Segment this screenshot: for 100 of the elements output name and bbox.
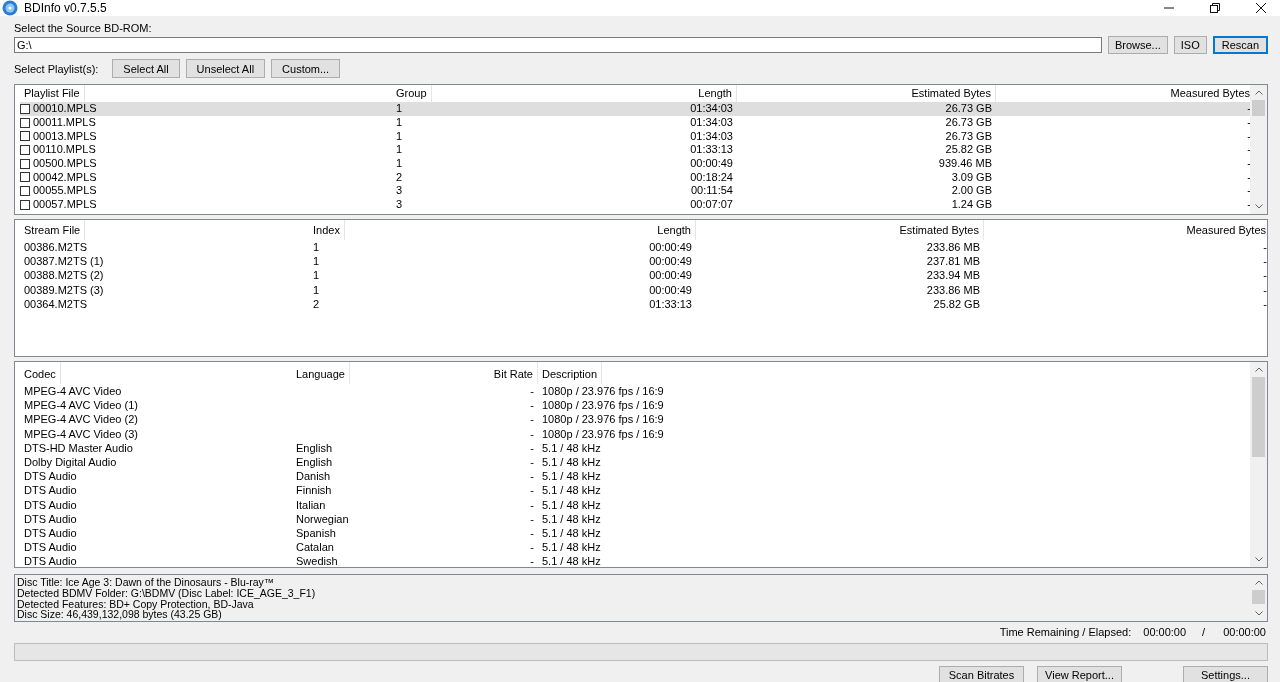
playlist-row[interactable]: 00500.MPLS 1 00:00:49 939.46 MB -	[20, 156, 1250, 171]
column-header[interactable]: Index	[309, 220, 345, 240]
table-cell-text: DTS Audio	[23, 483, 78, 498]
table-cell-text: 233.86 MB	[925, 240, 981, 255]
checkbox[interactable]	[20, 117, 30, 128]
column-header[interactable]: Codec	[20, 362, 61, 384]
playlist-select-button[interactable]: Custom...	[271, 59, 341, 78]
source-path-field[interactable]: G:\	[14, 37, 1102, 53]
table-cell-text: 1	[395, 157, 404, 171]
table-cell-text: 1080p / 23.976 fps / 16:9	[541, 398, 665, 413]
window-title: BDInfo v0.7.5.5	[24, 1, 107, 15]
scroll-down-icon[interactable]	[1254, 557, 1263, 562]
table-cell-text: 00388.M2TS (2)	[23, 268, 105, 283]
scroll-up-icon[interactable]	[1254, 580, 1263, 585]
table-cell-text: -	[1246, 102, 1250, 116]
playlist-row[interactable]: 00042.MPLS 2 00:18:24 3.09 GB -	[20, 170, 1250, 185]
table-cell-text: 01:33:13	[689, 143, 734, 157]
checkbox[interactable]	[20, 131, 30, 142]
checkbox[interactable]	[20, 172, 30, 183]
table-cell-text: 5.1 / 48 kHz	[541, 469, 602, 484]
source-button[interactable]: ISO	[1173, 36, 1207, 54]
checkbox[interactable]	[20, 103, 30, 114]
playlist-row[interactable]: 00055.MPLS 3 00:11:54 2.00 GB -	[20, 184, 1250, 198]
table-cell-text: English	[295, 455, 334, 470]
table-cell-text: 1	[312, 254, 321, 269]
table-cell-text: -	[529, 511, 535, 526]
source-label: Select the Source BD-ROM:	[14, 22, 153, 35]
playlist-row[interactable]: 00110.MPLS 1 01:33:13 25.82 GB -	[20, 143, 1250, 157]
table-cell-text: 01:33:13	[648, 296, 693, 311]
table-cell: 00011.MPLS	[33, 116, 96, 130]
table-cell: 00013.MPLS	[33, 129, 97, 143]
column-header[interactable]: Measured Bytes	[1182, 220, 1267, 240]
table-cell-text: 25.82 GB	[932, 296, 981, 311]
source-button[interactable]: Rescan	[1212, 36, 1268, 54]
column-header[interactable]: Length	[653, 220, 696, 240]
table-cell-text: Finnish	[295, 483, 333, 498]
table-cell-text: Norwegian	[295, 511, 350, 526]
table-cell-text: 3	[395, 198, 404, 212]
checkbox[interactable]	[20, 144, 30, 155]
playlist-row[interactable]: 00011.MPLS 1 01:34:03 26.73 GB -	[20, 115, 1250, 130]
action-button[interactable]: View Report...	[1037, 666, 1122, 682]
table-cell-text: 5.1 / 48 kHz	[541, 540, 602, 555]
table-cell-text: 1080p / 23.976 fps / 16:9	[541, 412, 665, 427]
column-header[interactable]: Estimated Bytes	[895, 220, 984, 240]
table-cell-text: -	[529, 525, 535, 540]
scroll-up-icon[interactable]	[1254, 367, 1263, 372]
scroll-down-icon[interactable]	[1254, 611, 1263, 616]
checkbox[interactable]	[20, 158, 30, 169]
scroll-thumb[interactable]	[1252, 377, 1265, 457]
scroll-thumb[interactable]	[1252, 100, 1265, 116]
table-cell-text: 237.81 MB	[925, 254, 981, 269]
action-button[interactable]: Scan Bitrates	[939, 666, 1024, 682]
table-cell-text: 3	[395, 184, 404, 198]
playlist-select-button[interactable]: Unselect All	[185, 59, 266, 78]
table-cell-text: -	[529, 384, 535, 399]
time-remaining: 00:00:00	[1143, 626, 1187, 639]
table-cell-text: Catalan	[295, 540, 335, 555]
scroll-down-icon[interactable]	[1254, 204, 1263, 209]
scroll-up-icon[interactable]	[1254, 90, 1263, 95]
table-cell-text: 2	[312, 296, 321, 311]
table-cell-text: -	[529, 440, 535, 455]
table-cell-text: 00:00:49	[648, 282, 693, 297]
restore-icon[interactable]	[1210, 3, 1220, 13]
disc-info-line: Disc Title: Ice Age 3: Dawn of the Dinosaurs - Blu-ray™	[17, 577, 275, 588]
checkbox[interactable]	[20, 185, 30, 196]
table-cell-text: MPEG-4 AVC Video	[23, 384, 123, 399]
table-cell-text: 00:00:49	[648, 240, 693, 255]
playlist-row[interactable]: 00010.MPLS 1 01:34:03 26.73 GB -	[20, 102, 1250, 116]
scrollbar[interactable]	[1250, 362, 1267, 567]
playlist-select-button[interactable]: Select All	[112, 59, 180, 78]
action-button[interactable]: Settings...	[1183, 666, 1268, 682]
table-cell-text: 939.46 MB	[937, 157, 993, 171]
table-cell-text: 00:11:54	[690, 184, 734, 198]
table-cell-text: DTS Audio	[23, 511, 78, 526]
table-cell-text: -	[529, 469, 535, 484]
playlist-row[interactable]: 00057.MPLS 3 00:07:07 1.24 GB -	[20, 197, 1250, 212]
scrollbar[interactable]	[1250, 85, 1267, 214]
table-cell-text: 5.1 / 48 kHz	[541, 511, 602, 526]
table-cell-text: -	[1262, 254, 1267, 269]
column-header[interactable]: Bit Rate	[489, 362, 538, 384]
table-cell-text: -	[529, 426, 535, 441]
table-cell: 00110.MPLS	[33, 143, 96, 157]
table-cell-text: MPEG-4 AVC Video (1)	[23, 398, 139, 413]
playlist-row[interactable]: 00013.MPLS 1 01:34:03 26.73 GB -	[20, 129, 1250, 144]
table-cell-text: English	[295, 440, 334, 455]
close-icon[interactable]	[1256, 3, 1266, 13]
source-button[interactable]: Browse...	[1107, 36, 1168, 54]
table-cell-text: 5.1 / 48 kHz	[541, 440, 602, 455]
table-cell-text: 00387.M2TS (1)	[23, 254, 105, 269]
column-header[interactable]: Language	[292, 362, 350, 384]
disc-info-line: Detected BDMV Folder: G:\BDMV (Disc Label: ICE_AGE_3_F1)	[17, 587, 317, 599]
scroll-thumb[interactable]	[1252, 590, 1265, 604]
column-header[interactable]: Stream File	[20, 220, 86, 240]
checkbox[interactable]	[20, 199, 30, 210]
column-header[interactable]: Description	[538, 362, 603, 384]
table-cell: 00055.MPLS	[33, 184, 97, 198]
table-cell-text: 1	[312, 268, 321, 283]
disc-info-line: Disc Size: 46,439,132,098 bytes (43.25 GB)	[17, 609, 223, 621]
table-cell-text: 3.09 GB	[950, 170, 993, 184]
table-cell-text: 2	[395, 170, 404, 184]
